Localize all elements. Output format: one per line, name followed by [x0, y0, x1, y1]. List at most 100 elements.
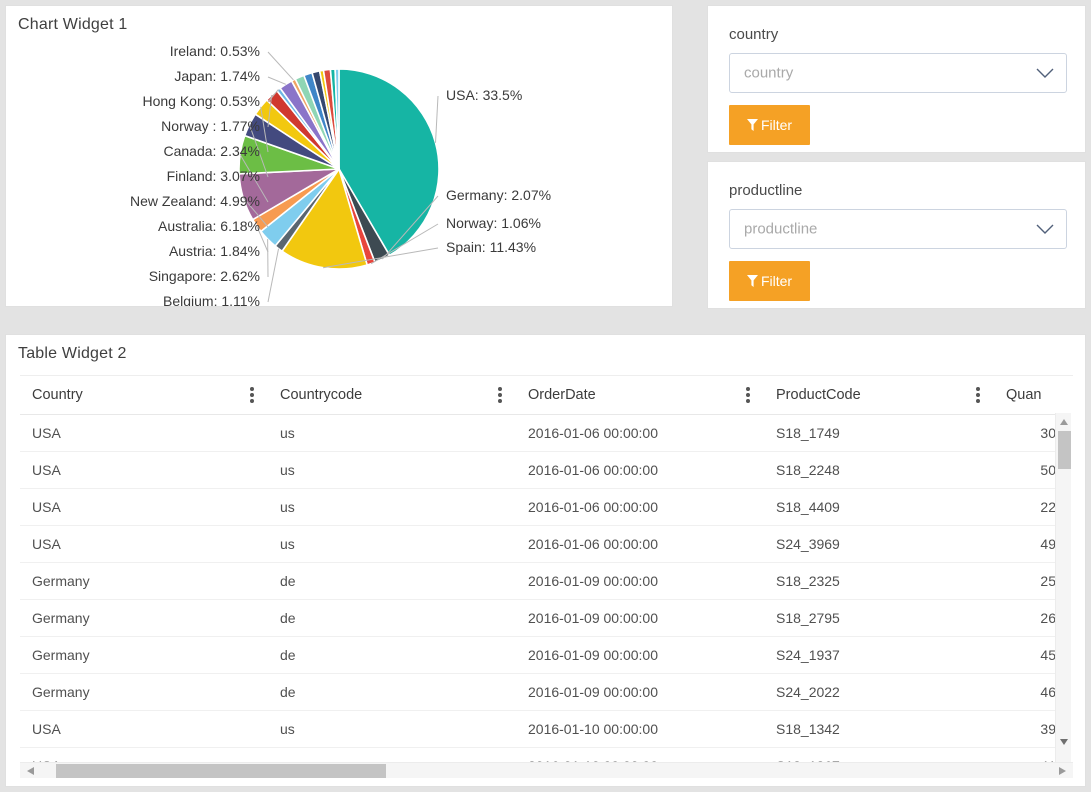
pie-chart-svg: Ireland: 0.53% Japan: 1.74% Hong Kong: 0.5… [130, 43, 551, 306]
chart-widget: Chart Widget 1 Ireland: 0.53% Japan: 1.74… [5, 5, 673, 307]
cell-countrycode: us [268, 525, 516, 563]
filter-button-productline-label: Filter [760, 273, 793, 289]
cell-productcode: S24_3969 [764, 525, 994, 563]
pie-label-austria: Austria: 1.84% [169, 243, 260, 259]
pie-label-belgium: Belgium: 1.11% [163, 293, 260, 306]
cell-quantity: 45 [994, 636, 1056, 674]
country-select[interactable]: country [729, 53, 1067, 93]
scroll-right-arrow-icon[interactable] [1058, 766, 1067, 776]
funnel-icon [746, 119, 758, 131]
cell-orderdate: 2016-01-09 00:00:00 [516, 562, 764, 600]
table-vertical-scrollbar[interactable] [1055, 413, 1071, 772]
productline-select[interactable]: productline [729, 209, 1067, 249]
cell-countrycode: us [268, 414, 516, 452]
cell-country: USA [20, 525, 268, 563]
table-header-row: Country Countrycode OrderDate ProductCode Qu… [20, 376, 1056, 415]
cell-countrycode: de [268, 673, 516, 711]
table-row[interactable]: USA us 2016-01-06 00:00:00 S18_1749 30 [20, 414, 1056, 452]
column-menu-icon[interactable] [498, 387, 502, 403]
column-header-label: OrderDate [528, 387, 596, 403]
pie-chart: Ireland: 0.53% Japan: 1.74% Hong Kong: 0.5… [6, 36, 674, 306]
cell-orderdate: 2016-01-09 00:00:00 [516, 599, 764, 637]
cell-country: USA [20, 414, 268, 452]
pie-slice-group [238, 68, 440, 270]
scroll-left-arrow-icon[interactable] [26, 766, 35, 776]
column-header-productcode[interactable]: ProductCode [764, 376, 994, 415]
productline-select-placeholder: productline [744, 220, 818, 238]
filter-label-productline: productline [729, 182, 803, 199]
table-horizontal-scrollbar[interactable] [20, 762, 1073, 778]
pie-label-japan: Japan: 1.74% [174, 68, 260, 84]
cell-countrycode: de [268, 636, 516, 674]
pie-label-finland: Finland: 3.07% [167, 168, 260, 184]
filter-button-country[interactable]: Filter [729, 105, 810, 145]
cell-countrycode: us [268, 488, 516, 526]
table-row[interactable]: Germany de 2016-01-09 00:00:00 S24_2022 46 [20, 673, 1056, 711]
table-row[interactable]: USA us 2016-01-06 00:00:00 S18_2248 50 [20, 451, 1056, 489]
cell-quantity: 25 [994, 562, 1056, 600]
table-row[interactable]: Germany de 2016-01-09 00:00:00 S18_2795 26 [20, 599, 1056, 637]
pie-label-australia: Australia: 6.18% [158, 218, 260, 234]
column-menu-icon[interactable] [250, 387, 254, 403]
table-scroll-region[interactable]: Country Countrycode OrderDate ProductCode Qu… [20, 375, 1073, 772]
column-header-label: Country [32, 387, 83, 403]
pie-label-canada: Canada: 2.34% [163, 143, 260, 159]
column-header-label: Quan [1006, 387, 1042, 403]
pie-label-hong-kong: Hong Kong: 0.53% [142, 93, 260, 109]
column-header-countrycode[interactable]: Countrycode [268, 376, 516, 415]
cell-orderdate: 2016-01-06 00:00:00 [516, 525, 764, 563]
horizontal-scroll-thumb[interactable] [56, 764, 386, 778]
pie-label-germany-right: Germany: 2.07% [446, 187, 551, 203]
cell-quantity: 50 [994, 451, 1056, 489]
cell-quantity: 46 [994, 673, 1056, 711]
cell-productcode: S18_1749 [764, 414, 994, 452]
cell-country: USA [20, 710, 268, 748]
filter-panel-productline: productline productline Filter [707, 161, 1086, 309]
cell-productcode: S18_2248 [764, 451, 994, 489]
column-header-label: Countrycode [280, 387, 363, 403]
pie-label-spain-right: Spain: 11.43% [446, 239, 536, 255]
column-menu-icon[interactable] [746, 387, 750, 403]
cell-countrycode: us [268, 710, 516, 748]
table-widget: Table Widget 2 Country Countrycode OrderDa… [5, 334, 1086, 787]
column-header-orderdate[interactable]: OrderDate [516, 376, 764, 415]
pie-label-ireland: Ireland: 0.53% [170, 43, 260, 59]
cell-productcode: S18_2325 [764, 562, 994, 600]
cell-orderdate: 2016-01-06 00:00:00 [516, 414, 764, 452]
filter-button-productline[interactable]: Filter [729, 261, 810, 301]
vertical-scroll-thumb[interactable] [1058, 431, 1071, 469]
pie-label-norway: Norway : 1.77% [161, 118, 260, 134]
table-row[interactable]: USA us 2016-01-06 00:00:00 S24_3969 49 [20, 525, 1056, 563]
cell-quantity: 39 [994, 710, 1056, 748]
cell-quantity: 49 [994, 525, 1056, 563]
cell-country: USA [20, 451, 268, 489]
pie-label-new-zealand: New Zealand: 4.99% [130, 193, 260, 209]
cell-countrycode: de [268, 599, 516, 637]
cell-countrycode: de [268, 562, 516, 600]
chevron-down-icon [1036, 68, 1054, 78]
column-header-quantity[interactable]: Quan [994, 376, 1056, 415]
column-header-label: ProductCode [776, 387, 861, 403]
cell-quantity: 30 [994, 414, 1056, 452]
chart-widget-title: Chart Widget 1 [18, 16, 128, 33]
table-row[interactable]: Germany de 2016-01-09 00:00:00 S18_2325 25 [20, 562, 1056, 600]
table-row[interactable]: Germany de 2016-01-09 00:00:00 S24_1937 45 [20, 636, 1056, 674]
pie-leader-line [267, 51, 294, 81]
table-row[interactable]: USA us 2016-01-06 00:00:00 S18_4409 22 [20, 488, 1056, 526]
cell-country: Germany [20, 599, 268, 637]
table-row[interactable]: USA us 2016-01-10 00:00:00 S18_1342 39 [20, 710, 1056, 748]
scroll-up-arrow-icon[interactable] [1059, 417, 1069, 427]
cell-productcode: S18_4409 [764, 488, 994, 526]
cell-quantity: 26 [994, 599, 1056, 637]
cell-orderdate: 2016-01-09 00:00:00 [516, 673, 764, 711]
data-table: Country Countrycode OrderDate ProductCode Qu… [20, 376, 1056, 772]
pie-label-norway-right: Norway: 1.06% [446, 215, 541, 231]
scroll-down-arrow-icon[interactable] [1059, 737, 1069, 747]
table-body: USA us 2016-01-06 00:00:00 S18_1749 30 USA us 2… [20, 414, 1056, 772]
cell-orderdate: 2016-01-06 00:00:00 [516, 488, 764, 526]
cell-productcode: S24_1937 [764, 636, 994, 674]
chevron-down-icon [1036, 224, 1054, 234]
column-header-country[interactable]: Country [20, 376, 268, 415]
column-menu-icon[interactable] [976, 387, 980, 403]
pie-leader-line [267, 248, 280, 303]
